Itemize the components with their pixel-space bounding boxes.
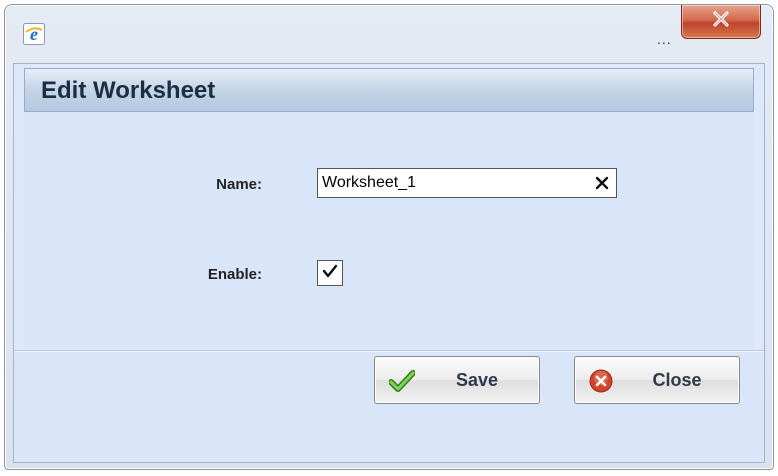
- close-icon: [712, 11, 730, 32]
- close-button-label: Close: [652, 370, 702, 390]
- page-title: Edit Worksheet: [41, 77, 216, 104]
- window-close-button[interactable]: [681, 5, 761, 39]
- checkmark-icon: [388, 369, 416, 393]
- clear-x-icon[interactable]: [594, 175, 610, 191]
- dialog-client-area: Edit Worksheet Name: Enable:: [13, 63, 765, 463]
- title-ellipsis: ...: [657, 31, 672, 47]
- title-bar: e ...: [5, 5, 773, 63]
- close-button[interactable]: Close: [574, 356, 740, 404]
- save-button[interactable]: Save: [374, 356, 540, 404]
- cancel-icon: [589, 369, 615, 393]
- save-button-label: Save: [455, 370, 499, 390]
- name-input[interactable]: [318, 169, 582, 197]
- form-panel: [24, 112, 754, 364]
- ie-icon: e: [23, 23, 45, 45]
- name-field[interactable]: [317, 168, 617, 198]
- enable-label: Enable:: [207, 266, 262, 283]
- enable-checkbox[interactable]: [317, 260, 343, 286]
- dialog-footer: Save Close: [14, 352, 764, 462]
- name-label: Name:: [216, 176, 262, 193]
- checkmark-icon: [321, 263, 339, 284]
- svg-text:e: e: [30, 24, 38, 44]
- dialog-window: e ... Edit Worksheet Name: Worksheet_1 E…: [4, 4, 774, 470]
- dialog-header: Edit Worksheet: [24, 68, 754, 112]
